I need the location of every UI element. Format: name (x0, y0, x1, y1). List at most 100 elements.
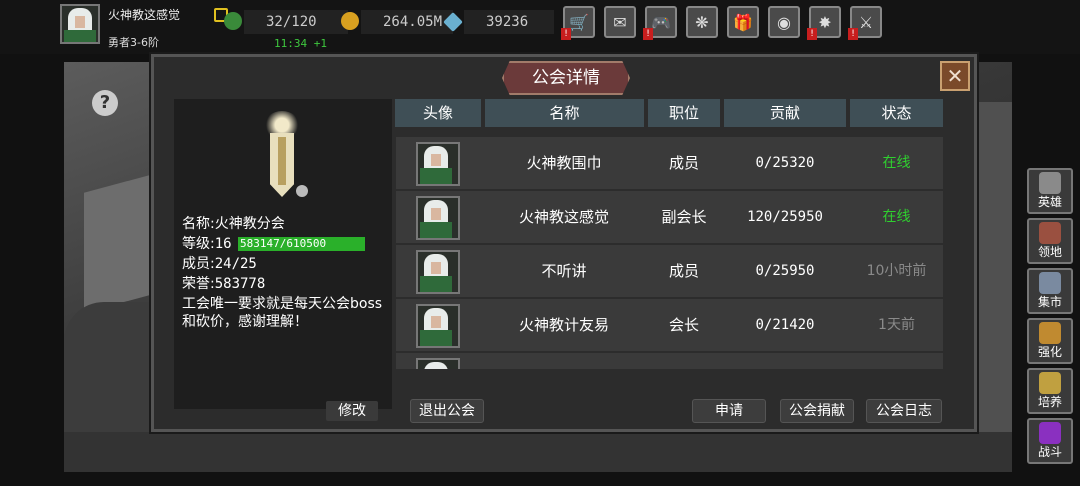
member-status: 1天前 (878, 317, 915, 333)
guild-donate-button[interactable]: 公会捐献 (780, 399, 854, 423)
column-header-status: 状态 (850, 99, 943, 127)
guild-details-dialog: 公会详情 ✕ 名称:火神教分会 等级:16 583147/610500 成员:2… (151, 54, 977, 432)
side-menu-territory-button[interactable]: 领地 (1027, 218, 1073, 264)
crossed-swords-icon: ⚔ (858, 12, 874, 32)
gem-counter: 39236 (443, 10, 554, 34)
column-header-role: 职位 (648, 99, 720, 127)
guild-members-label: 成员: (182, 256, 215, 272)
member-row[interactable]: 火神教围巾 成员 0/25320 在线 (396, 137, 943, 189)
side-menu-label: 领地 (1037, 245, 1062, 259)
guild-info-panel: 名称:火神教分会 等级:16 583147/610500 成员:24/25 荣誉… (174, 99, 392, 421)
member-avatar[interactable] (416, 304, 460, 348)
mail-button[interactable]: ✉ (604, 6, 636, 38)
member-status: 在线 (882, 155, 911, 171)
gold-coin-icon (341, 12, 359, 30)
alert-badge: ! (848, 28, 858, 40)
member-contribution: 0/25950 (755, 263, 815, 279)
player-avatar[interactable] (60, 4, 100, 44)
color-wheel-icon: ◉ (777, 12, 791, 32)
member-list[interactable]: 火神教围巾 成员 0/25320 在线 火神教这感觉 副会长 120/25950 在线 不听讲成… (396, 137, 943, 369)
member-name: 火神教这感觉 (518, 208, 609, 226)
guild-exp-bar: 583147/610500 (238, 237, 366, 251)
scene-ground (64, 432, 1012, 472)
member-avatar[interactable] (416, 358, 460, 369)
battle-portal-icon (1039, 422, 1061, 444)
shop-cart-button[interactable]: 🛒! (561, 6, 595, 40)
member-avatar[interactable] (416, 196, 460, 240)
guild-members-count: 24/25 (214, 256, 257, 272)
member-role: 成员 (668, 262, 699, 280)
gem-value: 39236 (486, 14, 529, 30)
member-role: 副会长 (661, 208, 707, 226)
member-row[interactable]: 火神教计友易 会长 0/21420 1天前 (396, 299, 943, 351)
guild-notice: 工会唯一要求就是每天公会boss和砍价，感谢理解！ (182, 296, 383, 330)
shop-cart-icon: 🛒 (569, 12, 589, 32)
help-button[interactable]: ? (92, 90, 118, 116)
side-menu-label: 英雄 (1037, 195, 1062, 209)
energy-value: 32/120 (266, 14, 317, 30)
side-menu-train-button[interactable]: 培养 (1027, 368, 1073, 414)
member-name: 不听讲 (541, 262, 587, 280)
member-status: 10小时前 (866, 263, 927, 279)
gift-icon: 🎁 (733, 12, 753, 32)
member-avatar[interactable] (416, 142, 460, 186)
side-menu-label: 集市 (1037, 295, 1062, 309)
guild-level-label: 等级: (182, 236, 215, 252)
fireworks-icon: ✸ (818, 12, 832, 32)
member-status: 在线 (882, 209, 911, 225)
applications-button[interactable]: 申请 (692, 399, 766, 423)
side-menu-label: 战斗 (1037, 445, 1062, 459)
crossed-swords-button[interactable]: ⚔! (848, 6, 882, 40)
gift-button[interactable]: 🎁 (727, 6, 759, 38)
market-stall-icon (1039, 272, 1061, 294)
member-row[interactable]: 不听讲 成员 0/25950 10小时前 (396, 245, 943, 297)
alert-badge: ! (643, 28, 653, 40)
guild-banner-icon (258, 111, 308, 203)
member-row[interactable]: 火神教这感觉 副会长 120/25950 在线 (396, 191, 943, 243)
side-menu-hero-button[interactable]: 英雄 (1027, 168, 1073, 214)
territory-castle-icon (1039, 222, 1061, 244)
guild-members-row: 成员:24/25 (182, 253, 257, 273)
side-menu-label: 强化 (1037, 345, 1062, 359)
top-status-bar: 火神教这感觉 勇者3-6阶 32/120 11:34 +1 264.05M 39… (0, 0, 1080, 54)
member-contribution: 120/25950 (747, 209, 823, 225)
fireworks-button[interactable]: ✸! (807, 6, 841, 40)
player-rank: 勇者3-6阶 (108, 36, 159, 49)
gold-value: 264.05M (383, 14, 443, 30)
member-avatar[interactable] (416, 250, 460, 294)
member-name: 火神教计友易 (518, 316, 609, 334)
guild-level: 16 (214, 236, 232, 252)
guild-log-button[interactable]: 公会日志 (866, 399, 942, 423)
member-contribution: 0/21420 (755, 317, 815, 333)
column-header-contribution: 贡献 (724, 99, 846, 127)
column-header-avatar: 头像 (395, 99, 481, 127)
energy-timer: 11:34 +1 (274, 37, 327, 50)
mail-icon: ✉ (613, 12, 627, 32)
member-row[interactable] (396, 353, 943, 369)
side-menu-label: 培养 (1037, 395, 1062, 409)
enhance-crystal-icon (1039, 322, 1061, 344)
member-contribution: 0/25320 (755, 155, 815, 171)
gear-button[interactable]: ❋ (686, 6, 718, 38)
close-button[interactable]: ✕ (940, 61, 970, 91)
train-trophy-icon (1039, 372, 1061, 394)
dialog-title: 公会详情 (502, 61, 630, 95)
player-name: 火神教这感觉 (108, 8, 181, 22)
member-name: 火神教围巾 (526, 154, 602, 172)
gamepad-icon: 🎮 (651, 12, 671, 32)
side-menu-enhance-button[interactable]: 强化 (1027, 318, 1073, 364)
member-role: 会长 (668, 316, 699, 334)
color-wheel-button[interactable]: ◉ (768, 6, 800, 38)
member-role: 成员 (668, 154, 699, 172)
side-menu-battle-button[interactable]: 战斗 (1027, 418, 1073, 464)
guild-honor-label: 荣誉: (182, 276, 215, 292)
chat-bubble-icon[interactable] (296, 185, 308, 197)
side-menu-market-button[interactable]: 集市 (1027, 268, 1073, 314)
alert-badge: ! (807, 28, 817, 40)
column-header-name: 名称 (485, 99, 644, 127)
gear-icon: ❋ (695, 12, 709, 32)
modify-notice-button[interactable]: 修改 (326, 401, 378, 421)
leave-guild-button[interactable]: 退出公会 (410, 399, 484, 423)
hero-helmet-icon (1039, 172, 1061, 194)
gamepad-button[interactable]: 🎮! (643, 6, 677, 40)
